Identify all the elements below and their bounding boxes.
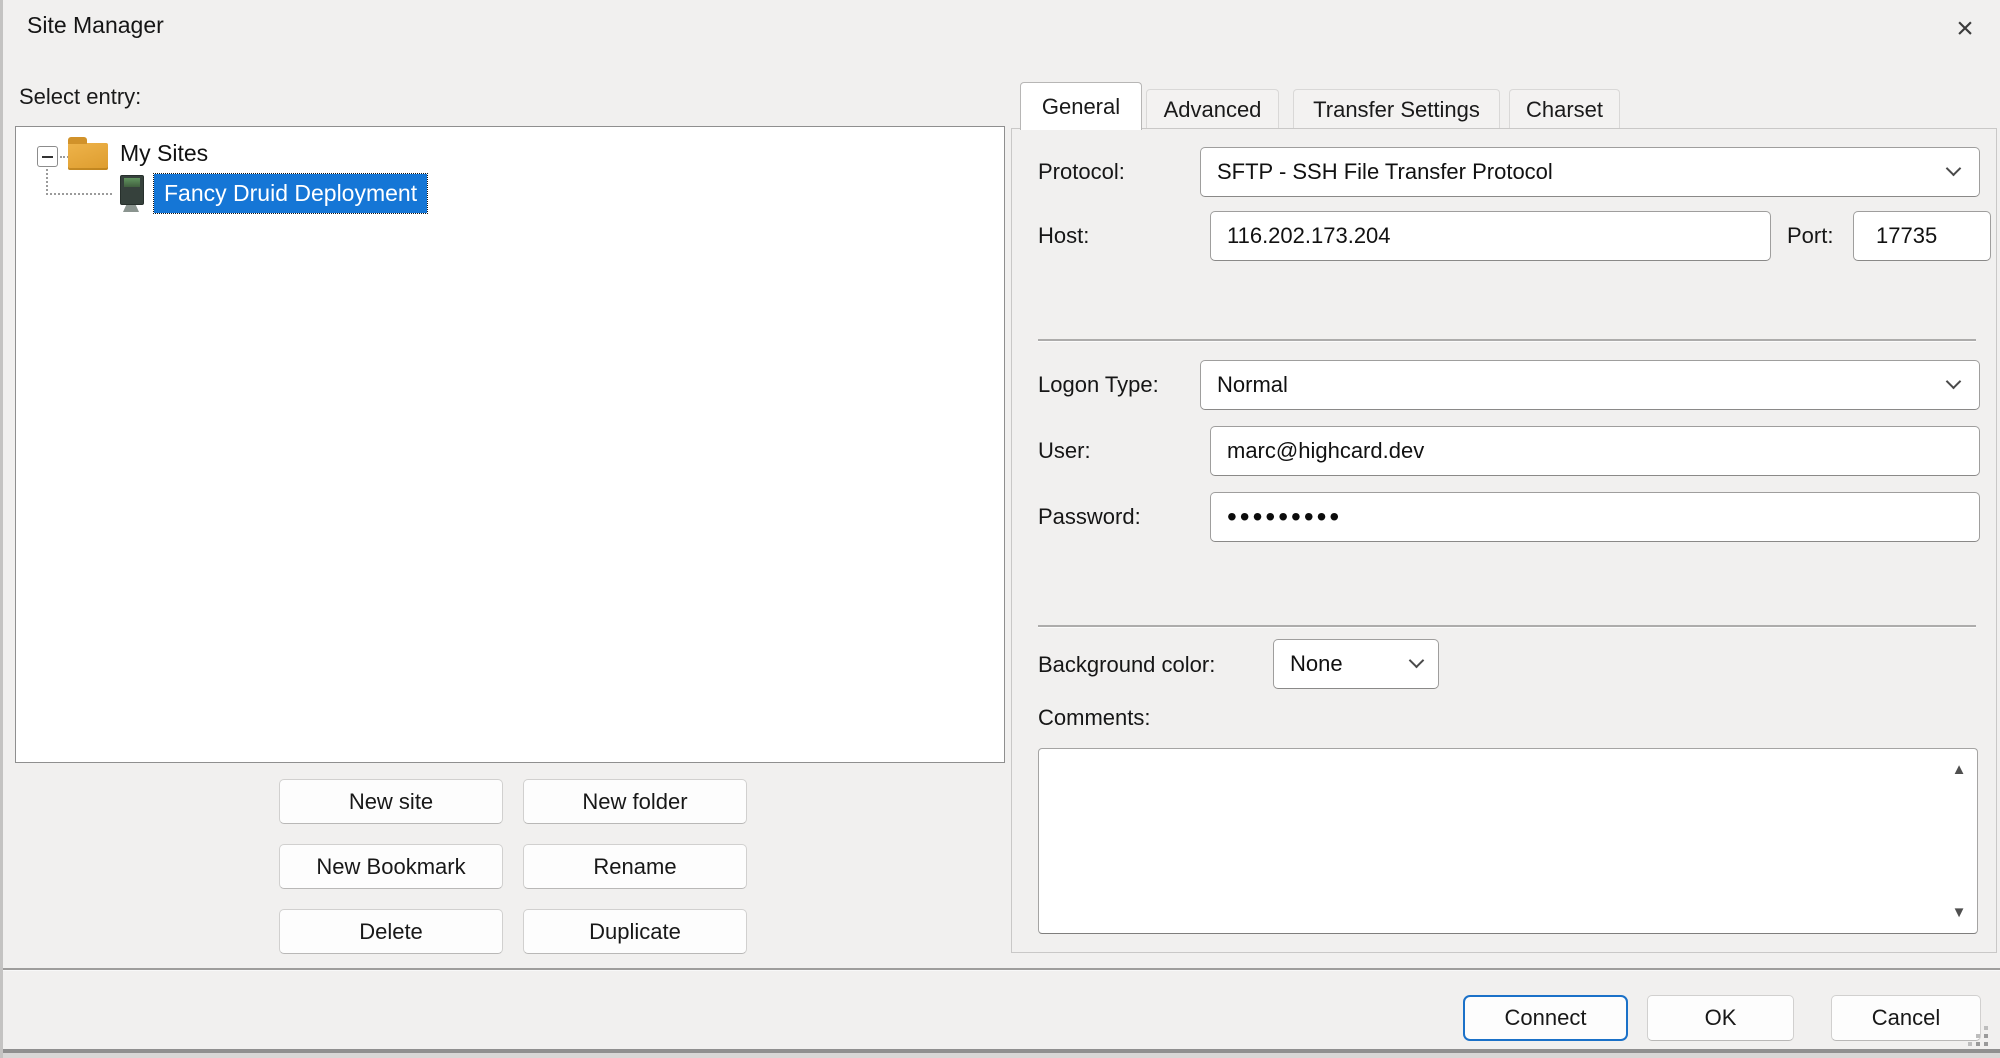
tree-item-selected-site[interactable]: Fancy Druid Deployment bbox=[154, 174, 427, 213]
close-icon[interactable]: × bbox=[1943, 8, 1987, 50]
dialog-title: Site Manager bbox=[27, 12, 164, 39]
tree-collapse-icon[interactable] bbox=[37, 146, 58, 167]
site-manager-dialog: Site Manager × Select entry: My Sites Fa… bbox=[0, 0, 2000, 1058]
folder-icon bbox=[68, 143, 108, 170]
footer-divider bbox=[3, 968, 2000, 970]
tree-item-my-sites[interactable]: My Sites bbox=[120, 140, 208, 167]
site-tree[interactable]: My Sites Fancy Druid Deployment bbox=[15, 126, 1005, 763]
cancel-button[interactable]: Cancel bbox=[1831, 995, 1981, 1041]
rename-button[interactable]: Rename bbox=[523, 844, 747, 889]
duplicate-button[interactable]: Duplicate bbox=[523, 909, 747, 954]
delete-button[interactable]: Delete bbox=[279, 909, 503, 954]
new-bookmark-button[interactable]: New Bookmark bbox=[279, 844, 503, 889]
resize-grip[interactable] bbox=[1984, 1042, 1988, 1046]
select-entry-label: Select entry: bbox=[19, 84, 141, 110]
window-bottom-border bbox=[3, 1053, 2000, 1058]
tab-charset[interactable]: Charset bbox=[1509, 89, 1620, 129]
general-tab-panel bbox=[1011, 128, 1997, 953]
tree-connector bbox=[46, 193, 112, 195]
tree-connector bbox=[46, 169, 48, 195]
new-folder-button[interactable]: New folder bbox=[523, 779, 747, 824]
new-site-button[interactable]: New site bbox=[279, 779, 503, 824]
connect-button[interactable]: Connect bbox=[1463, 995, 1628, 1041]
tab-general[interactable]: General bbox=[1020, 82, 1142, 130]
server-icon bbox=[120, 175, 144, 205]
tab-advanced[interactable]: Advanced bbox=[1146, 89, 1279, 129]
ok-button[interactable]: OK bbox=[1647, 995, 1794, 1041]
tab-transfer-settings[interactable]: Transfer Settings bbox=[1293, 89, 1500, 129]
